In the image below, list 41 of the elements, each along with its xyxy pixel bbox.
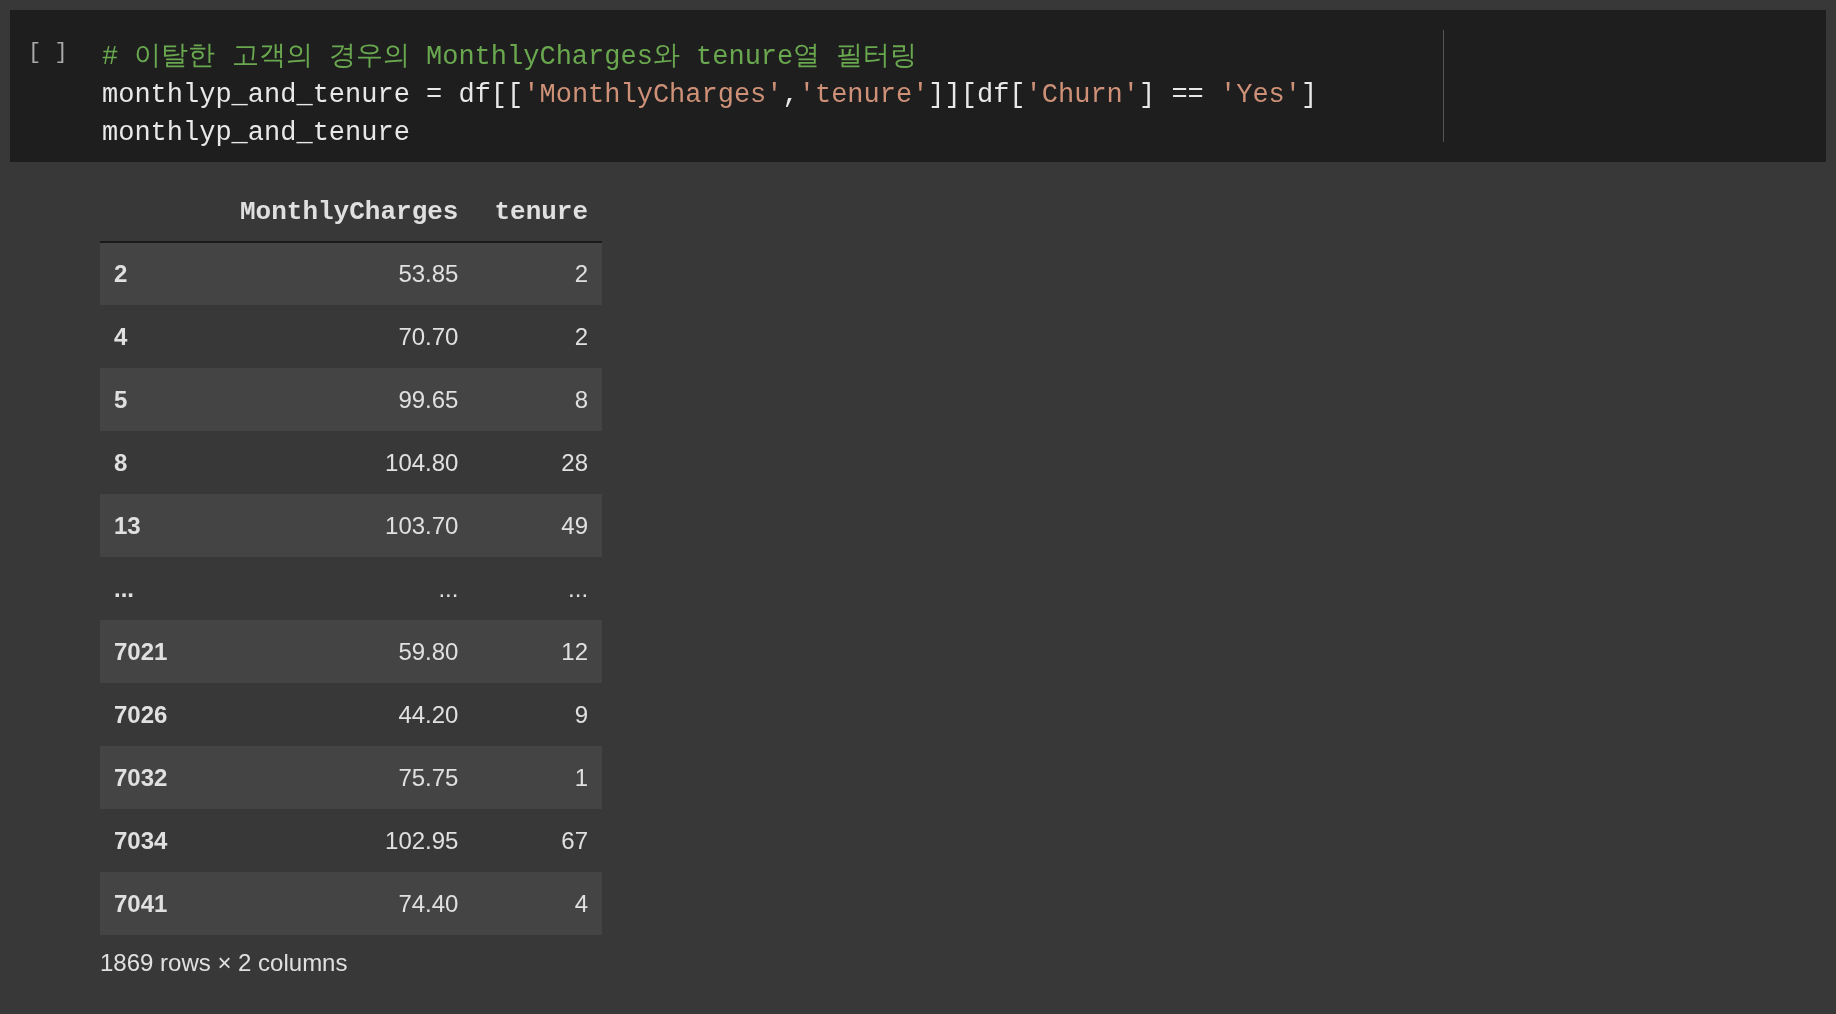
- table-cell: 104.80: [200, 431, 471, 494]
- table-cell: 44.20: [200, 683, 471, 746]
- table-cell: 4: [470, 872, 603, 935]
- table-cell: 59.80: [200, 620, 471, 683]
- table-cell: 67: [470, 809, 603, 872]
- table-cell: 1: [470, 746, 603, 809]
- table-cell: 9: [470, 683, 603, 746]
- code-line: monthlyp_and_tenure: [102, 117, 410, 150]
- table-cell: 2: [470, 305, 603, 368]
- table-cell: 74.40: [200, 872, 471, 935]
- table-cell: 8: [470, 368, 603, 431]
- column-header: tenure: [470, 184, 603, 242]
- code-line: monthlyp_and_tenure = df[['MonthlyCharges','tenure']][df['Churn'] == 'Yes']: [102, 79, 1318, 112]
- row-index: 7041: [100, 872, 200, 935]
- table-cell: 53.85: [200, 242, 471, 305]
- table-cell: ...: [470, 557, 603, 620]
- cell-prompt: [ ]: [28, 39, 69, 67]
- row-index: 4: [100, 305, 200, 368]
- row-index: 5: [100, 368, 200, 431]
- table-cell: 102.95: [200, 809, 471, 872]
- table-cell: 12: [470, 620, 603, 683]
- row-index: 7034: [100, 809, 200, 872]
- row-index: 2: [100, 242, 200, 305]
- row-index: 7032: [100, 746, 200, 809]
- table-cell: 103.70: [200, 494, 471, 557]
- table-cell: 75.75: [200, 746, 471, 809]
- row-index: 13: [100, 494, 200, 557]
- row-index: 7021: [100, 620, 200, 683]
- table-cell: ...: [200, 557, 471, 620]
- row-index: ...: [100, 557, 200, 620]
- column-header: MonthlyCharges: [200, 184, 471, 242]
- row-index: 8: [100, 431, 200, 494]
- code-line: # 이탈한 고객의 경우의 MonthlyCharges와 tenure열 필터링: [102, 41, 918, 74]
- table-cell: 99.65: [200, 368, 471, 431]
- table-cell: 49: [470, 494, 603, 557]
- table-summary: 1869 rows × 2 columns: [100, 948, 349, 978]
- table-cell: 2: [470, 242, 603, 305]
- table-cell: 70.70: [200, 305, 471, 368]
- code-cell[interactable]: [ ] # 이탈한 고객의 경우의 MonthlyCharges와 tenure열 필터링 monthlyp_and_tenure = df[['MonthlyCharges','tenure']][df['Churn'] == 'Yes'] monthlyp_and_tenure: [10, 10, 1826, 162]
- table-cell: 28: [470, 431, 603, 494]
- row-index: 7026: [100, 683, 200, 746]
